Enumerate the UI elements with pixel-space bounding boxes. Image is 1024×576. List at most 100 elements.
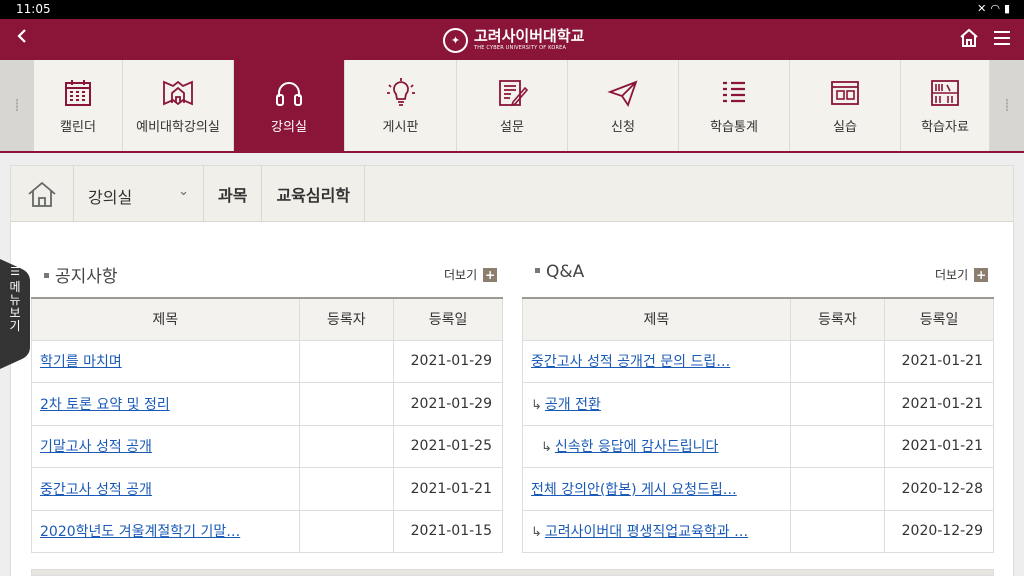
row-title[interactable]: 전체 강의안(합본) 게시 요청드립…	[522, 467, 791, 511]
plus-icon: +	[974, 267, 989, 282]
qna-link[interactable]: 신속한 응답에 감사드립니다	[555, 439, 718, 455]
drag-dots-icon: ⁞	[14, 95, 20, 116]
table-header-row: 제목 등록자 등록일	[522, 298, 994, 341]
reply-arrow-icon: ↳	[531, 525, 542, 541]
table-row: 2020학년도 겨울계절학기 기말… 2021-01-15	[31, 509, 503, 553]
column-header: 등록일	[884, 298, 994, 341]
qna-link[interactable]: 전체 강의안(합본) 게시 요청드립…	[531, 482, 737, 498]
pre-college-icon	[161, 76, 195, 110]
nav-label: 실습	[833, 120, 857, 135]
next-section-edge	[31, 569, 994, 576]
row-date: 2020-12-29	[884, 509, 994, 553]
nav-label: 강의실	[271, 120, 307, 135]
breadcrumb-subject[interactable]: 교육심리학	[262, 166, 366, 222]
home-button[interactable]	[958, 26, 980, 50]
column-header: 제목	[522, 298, 791, 341]
nav-scroll-left[interactable]: ⁞	[0, 60, 34, 151]
back-button[interactable]	[12, 26, 32, 51]
row-author	[298, 509, 395, 553]
list-icon	[717, 76, 751, 110]
lightbulb-icon	[384, 76, 418, 110]
column-header: 등록일	[393, 298, 503, 341]
plus-icon: +	[483, 267, 498, 282]
row-title[interactable]: ↳ 공개 전환	[522, 382, 791, 426]
row-date: 2021-01-29	[393, 339, 503, 383]
menu-button[interactable]	[992, 27, 1012, 49]
row-title[interactable]: 기말고사 성적 공개	[31, 424, 300, 468]
column-header: 등록자	[298, 298, 395, 341]
nav-item-pre-college[interactable]: 예비대학강의실	[123, 60, 234, 151]
nav-label: 캘린더	[60, 120, 96, 135]
university-logo[interactable]: ✦ 고려사이버대학교 THE CYBER UNIVERSITY OF KOREA	[443, 25, 584, 55]
nav-items: 캘린더 예비대학강의실 강의실 게시판 설문 신청 학습통계 실습 학습자료	[34, 60, 990, 151]
university-seal-icon: ✦	[443, 27, 468, 53]
table-row: 중간고사 성적 공개 2021-01-21	[31, 467, 503, 511]
side-menu-label: 메뉴보기	[9, 280, 21, 333]
row-date: 2021-01-15	[393, 509, 503, 553]
nav-item-lecture-room[interactable]: 강의실	[234, 60, 345, 151]
status-time: 11:05	[16, 2, 51, 16]
notices-more-link[interactable]: 더보기 +	[444, 266, 498, 283]
qna-link[interactable]: 고려사이버대 평생직업교육학과 …	[545, 524, 748, 540]
mute-icon: ✕	[977, 2, 991, 15]
row-author	[789, 467, 886, 511]
qna-link[interactable]: 중간고사 성적 공개건 문의 드립…	[531, 354, 730, 370]
column-header: 등록자	[789, 298, 886, 341]
nav-item-board[interactable]: 게시판	[345, 60, 457, 151]
notice-link[interactable]: 2차 토론 요약 및 정리	[40, 397, 170, 413]
drag-dots-icon: ⁞	[1004, 95, 1010, 116]
table-row: 학기를 마치며 2021-01-29	[31, 339, 503, 383]
reply-arrow-icon: ↳	[531, 397, 542, 413]
row-title[interactable]: ↳ 고려사이버대 평생직업교육학과 …	[522, 509, 791, 553]
nav-item-apply[interactable]: 신청	[568, 60, 679, 151]
nav-label: 예비대학강의실	[136, 120, 220, 135]
nav-item-survey[interactable]: 설문	[457, 60, 568, 151]
breadcrumb-home[interactable]	[11, 166, 74, 222]
breadcrumb-section-select[interactable]: 강의실 ⌄	[74, 166, 204, 222]
row-date: 2021-01-21	[884, 424, 994, 468]
breadcrumb-subject-label: 과목	[204, 166, 263, 222]
table-row: ↳ 공개 전환 2021-01-21	[522, 382, 994, 426]
headphones-icon	[272, 76, 306, 110]
breadcrumb: 강의실 ⌄ 과목 교육심리학	[11, 166, 1013, 222]
notices-title: 공지사항	[55, 267, 118, 287]
chevron-left-icon	[17, 29, 26, 43]
row-title[interactable]: 2차 토론 요약 및 정리	[31, 382, 300, 426]
column-header: 제목	[31, 298, 300, 341]
nav-item-practice[interactable]: 실습	[790, 60, 901, 151]
table-row: 2차 토론 요약 및 정리 2021-01-29	[31, 382, 503, 426]
table-row: ↳ 신속한 응답에 감사드립니다 2021-01-21	[522, 424, 994, 468]
nav-item-learning-stats[interactable]: 학습통계	[679, 60, 790, 151]
row-title[interactable]: ↳ 신속한 응답에 감사드립니다	[522, 424, 791, 468]
notice-link[interactable]: 중간고사 성적 공개	[40, 482, 152, 498]
table-row: 기말고사 성적 공개 2021-01-25	[31, 424, 503, 468]
row-title[interactable]: 중간고사 성적 공개건 문의 드립…	[522, 339, 791, 383]
row-title[interactable]: 학기를 마치며	[31, 339, 300, 383]
survey-icon	[495, 76, 529, 110]
paper-plane-icon	[606, 76, 640, 110]
battery-icon: ▮	[1003, 2, 1014, 15]
nav-label: 학습자료	[921, 120, 969, 135]
qna-link[interactable]: 공개 전환	[545, 397, 601, 413]
nav-item-materials[interactable]: 학습자료	[901, 60, 990, 151]
status-icons: ✕◠▮	[977, 2, 1014, 15]
row-author	[789, 424, 886, 468]
nav-item-calendar[interactable]: 캘린더	[34, 60, 123, 151]
status-bar: 11:05 ✕◠▮	[0, 0, 1024, 19]
chevron-down-icon: ⌄	[178, 184, 189, 199]
side-menu-tab-label[interactable]: ☰ 메뉴보기	[8, 265, 22, 333]
qna-more-link[interactable]: 더보기 +	[935, 266, 989, 283]
hamburger-icon: ☰	[10, 265, 20, 278]
bookshelf-icon	[928, 76, 962, 110]
nav-scroll-right[interactable]: ⁞	[990, 60, 1024, 151]
notice-link[interactable]: 기말고사 성적 공개	[40, 439, 152, 455]
notices-table: 제목 등록자 등록일 학기를 마치며 2021-01-29 2차 토론 요약 및…	[31, 297, 503, 553]
row-title[interactable]: 중간고사 성적 공개	[31, 467, 300, 511]
notice-link[interactable]: 2020학년도 겨울계절학기 기말…	[40, 524, 240, 540]
qna-heading: Q&A	[535, 262, 584, 282]
nav-label: 학습통계	[710, 120, 758, 135]
row-author	[789, 509, 886, 553]
row-title[interactable]: 2020학년도 겨울계절학기 기말…	[31, 509, 300, 553]
row-date: 2021-01-25	[393, 424, 503, 468]
notice-link[interactable]: 학기를 마치며	[40, 354, 122, 370]
